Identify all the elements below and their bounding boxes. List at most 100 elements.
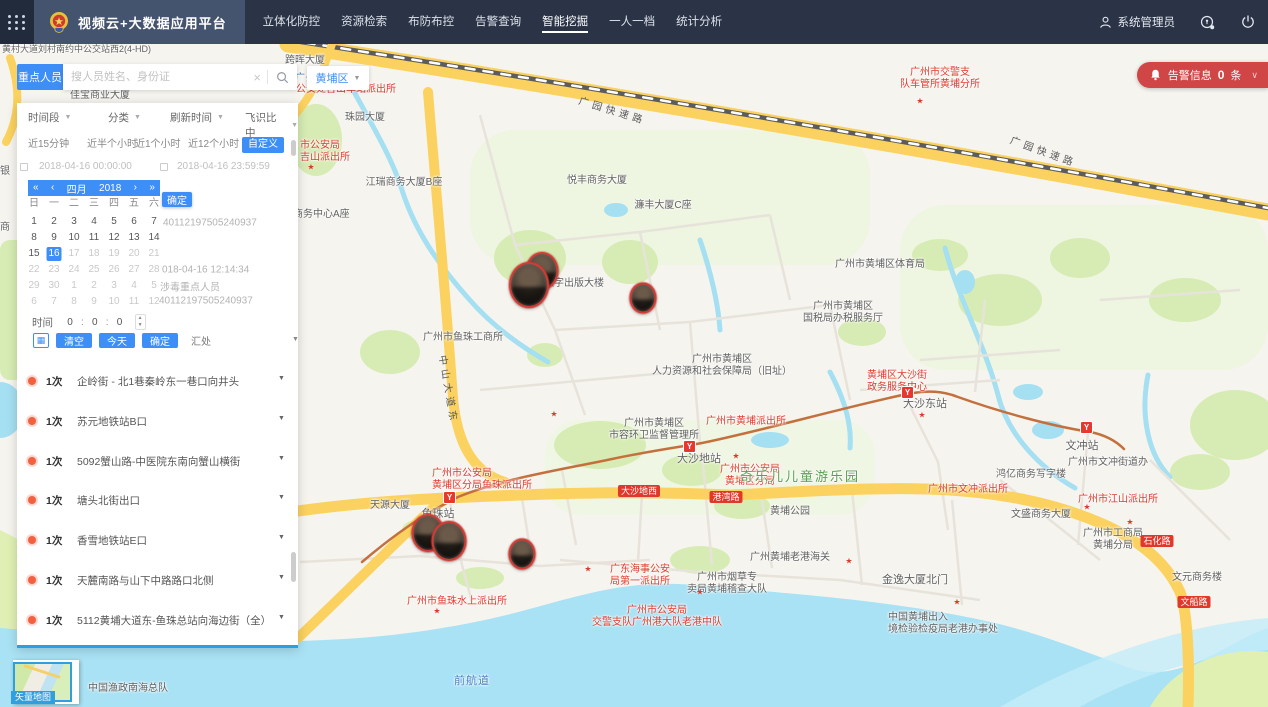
logout-button[interactable]: [1240, 14, 1256, 30]
cal-day-4[interactable]: 4: [127, 279, 142, 293]
next-year-icon[interactable]: »: [149, 181, 155, 195]
cal-day-23[interactable]: 23: [47, 263, 62, 277]
cal-day-24[interactable]: 24: [67, 263, 82, 277]
time-stepper[interactable]: ▲▼: [135, 314, 146, 330]
list-item[interactable]: 1次香雪地铁站E口▼: [17, 521, 298, 559]
list-item[interactable]: 1次5092蟹山路-中医院东南向蟹山横街▼: [17, 442, 298, 480]
cal-day-13[interactable]: 13: [127, 231, 142, 245]
cal-day-29[interactable]: 29: [27, 279, 42, 293]
cal-day-9[interactable]: 9: [87, 295, 102, 309]
preset-1[interactable]: 近15分钟: [28, 137, 69, 153]
chevron-down-icon[interactable]: ▼: [278, 415, 285, 422]
district-select[interactable]: 黄埔区 ▼: [307, 66, 369, 90]
list-item[interactable]: 1次塘头北街出口▼: [17, 481, 298, 519]
cal-day-11[interactable]: 11: [127, 295, 142, 309]
cal-day-28[interactable]: 28: [147, 263, 162, 277]
cal-day-17[interactable]: 17: [67, 247, 82, 261]
cal-day-2[interactable]: 2: [47, 215, 62, 229]
chevron-down-icon[interactable]: ▼: [292, 336, 299, 343]
cal-day-25[interactable]: 25: [87, 263, 102, 277]
cal-day-8[interactable]: 8: [27, 231, 42, 245]
cal-day-26[interactable]: 26: [107, 263, 122, 277]
nav-item-4[interactable]: 告警查询: [475, 0, 521, 44]
calendar-checkbox-icon[interactable]: [160, 163, 168, 171]
nav-item-2[interactable]: 资源检索: [341, 0, 387, 44]
calendar-icon[interactable]: ▦: [33, 333, 49, 348]
time-value-1[interactable]: 0: [65, 317, 75, 328]
cal-day-2[interactable]: 2: [87, 279, 102, 293]
cal-day-22[interactable]: 22: [27, 263, 42, 277]
preset-5[interactable]: 自定义: [242, 137, 284, 153]
next-month-icon[interactable]: ›: [134, 181, 137, 195]
alert-badge[interactable]: 告警信息 0 条 ∨: [1137, 62, 1268, 88]
list-item[interactable]: 1次苏元地铁站B口▼: [17, 402, 298, 440]
list-item[interactable]: 1次天麓南路与山下中路路口北侧▼: [17, 561, 298, 599]
filter-1[interactable]: 时间段▼: [28, 110, 71, 125]
clear-button[interactable]: 清空: [56, 333, 92, 348]
today-button[interactable]: 今天: [99, 333, 135, 348]
filter-2[interactable]: 分类▼: [108, 110, 141, 125]
cal-day-16[interactable]: 16: [47, 247, 62, 261]
clear-icon[interactable]: ×: [247, 70, 267, 85]
cal-day-12[interactable]: 12: [107, 231, 122, 245]
cal-day-3[interactable]: 3: [67, 215, 82, 229]
confirm-button[interactable]: 确定: [142, 333, 178, 348]
cal-day-7[interactable]: 7: [47, 295, 62, 309]
cal-day-14[interactable]: 14: [147, 231, 162, 245]
cal-day-27[interactable]: 27: [127, 263, 142, 277]
person-marker[interactable]: [432, 521, 467, 561]
cal-day-6[interactable]: 6: [127, 215, 142, 229]
person-marker[interactable]: [630, 283, 657, 314]
chevron-down-icon[interactable]: ▼: [278, 494, 285, 501]
key-personnel-button[interactable]: 重点人员: [17, 64, 63, 90]
prev-year-icon[interactable]: «: [33, 181, 39, 195]
chevron-down-icon[interactable]: ▼: [278, 614, 285, 621]
date-from[interactable]: 2018-04-16 00:00:00: [39, 161, 132, 172]
cal-day-10[interactable]: 10: [107, 295, 122, 309]
list-item[interactable]: 1次5112黄埔大道东-鱼珠总站向海边街（全）▼: [17, 601, 298, 639]
cal-day-15[interactable]: 15: [27, 247, 42, 261]
preset-2[interactable]: 近半个小时: [87, 137, 137, 153]
cal-day-10[interactable]: 10: [67, 231, 82, 245]
calendar-checkbox-icon[interactable]: [20, 163, 28, 171]
cal-day-6[interactable]: 6: [27, 295, 42, 309]
cal-day-1[interactable]: 1: [27, 215, 42, 229]
chevron-down-icon[interactable]: ▼: [278, 534, 285, 541]
nav-item-7[interactable]: 统计分析: [676, 0, 722, 44]
prev-month-icon[interactable]: ‹: [51, 181, 54, 195]
cal-day-4[interactable]: 4: [87, 215, 102, 229]
time-value-3[interactable]: 0: [115, 317, 125, 328]
filter-4[interactable]: 飞识比中▼: [245, 110, 298, 140]
cal-day-9[interactable]: 9: [47, 231, 62, 245]
user-menu[interactable]: 系统管理员: [1098, 14, 1176, 30]
preset-3[interactable]: 近1个小时: [135, 137, 181, 153]
chevron-down-icon[interactable]: ▼: [278, 455, 285, 462]
cal-day-21[interactable]: 21: [147, 247, 162, 261]
date-to[interactable]: 2018-04-16 23:59:59: [177, 161, 270, 172]
security-settings-button[interactable]: [1199, 14, 1216, 31]
calendar-confirm-button[interactable]: 确定: [162, 192, 192, 207]
time-value-2[interactable]: 0: [90, 317, 100, 328]
search-icon[interactable]: [268, 71, 297, 84]
cal-day-8[interactable]: 8: [67, 295, 82, 309]
scrollbar-thumb[interactable]: [291, 552, 296, 582]
cal-day-30[interactable]: 30: [47, 279, 62, 293]
cal-day-1[interactable]: 1: [67, 279, 82, 293]
nav-item-3[interactable]: 布防布控: [408, 0, 454, 44]
cal-day-5[interactable]: 5: [107, 215, 122, 229]
nav-item-1[interactable]: 立体化防控: [263, 0, 321, 44]
cal-day-11[interactable]: 11: [87, 231, 102, 245]
scrollbar-thumb[interactable]: [291, 140, 296, 156]
list-item[interactable]: 1次企岭街 - 北1巷秦岭东一巷口向井头▼: [17, 362, 298, 400]
cal-day-3[interactable]: 3: [107, 279, 122, 293]
cal-day-7[interactable]: 7: [147, 215, 162, 229]
search-input[interactable]: [63, 71, 247, 83]
chevron-down-icon[interactable]: ▼: [278, 375, 285, 382]
apps-grid-icon[interactable]: [0, 0, 34, 44]
cal-day-18[interactable]: 18: [87, 247, 102, 261]
chevron-down-icon[interactable]: ▼: [278, 574, 285, 581]
nav-item-5[interactable]: 智能挖掘: [542, 0, 588, 44]
nav-item-6[interactable]: 一人一档: [609, 0, 655, 44]
person-marker[interactable]: [509, 262, 549, 308]
person-marker[interactable]: [509, 539, 536, 570]
